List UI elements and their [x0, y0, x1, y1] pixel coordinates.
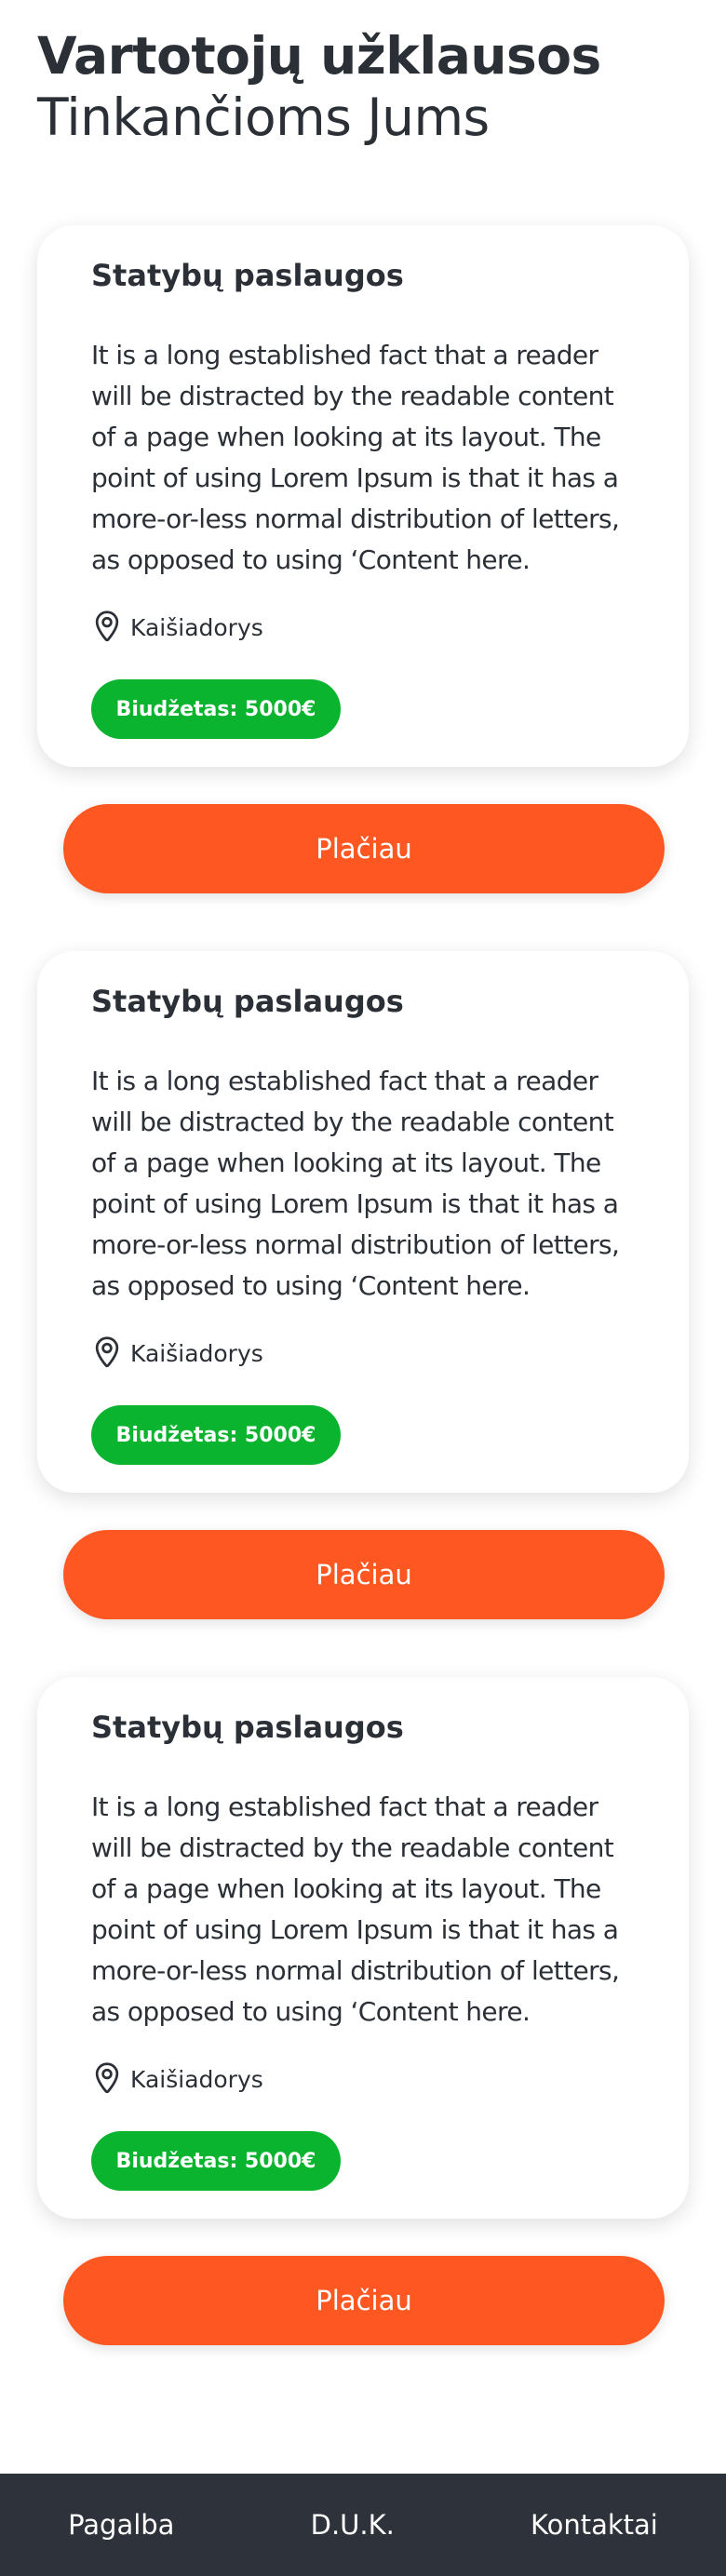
- request-description: It is a long established fact that a rea…: [91, 335, 650, 581]
- page-header: Vartotojų užklausos Tinkančioms Jums: [37, 26, 601, 149]
- more-button[interactable]: Plačiau: [63, 2256, 665, 2345]
- map-pin-icon: [95, 1336, 119, 1368]
- request-description: It is a long established fact that a rea…: [91, 1787, 650, 2033]
- location-label: Kaišiadorys: [130, 2065, 263, 2093]
- description-line: It is a long established fact that a rea…: [91, 340, 598, 370]
- request-item: Statybų paslaugos It is a long establish…: [0, 1677, 726, 2347]
- request-card: Statybų paslaugos It is a long establish…: [37, 1677, 689, 2219]
- description-line: will be distracted by the readable conte…: [91, 1832, 614, 1863]
- description-line: more-or-less normal distribution of lett…: [91, 503, 620, 534]
- request-location: Kaišiadorys: [91, 609, 263, 646]
- description-line: point of using Lorem Ipsum is that it ha…: [91, 1188, 619, 1219]
- page-subtitle: Tinkančioms Jums: [37, 87, 490, 147]
- description-line: more-or-less normal distribution of lett…: [91, 1229, 620, 1260]
- more-button[interactable]: Plačiau: [63, 1530, 665, 1619]
- location-label: Kaišiadorys: [130, 1339, 263, 1367]
- description-line: as opposed to using ‘Content here.: [91, 1270, 531, 1301]
- request-location: Kaišiadorys: [91, 1335, 263, 1372]
- request-title: Statybų paslaugos: [91, 1710, 404, 1745]
- request-card: Statybų paslaugos It is a long establish…: [37, 951, 689, 1493]
- footer-link-kontaktai[interactable]: Kontaktai: [531, 2509, 658, 2541]
- budget-badge: Biudžetas: 5000€: [91, 2131, 341, 2191]
- request-location: Kaišiadorys: [91, 2060, 263, 2098]
- description-line: will be distracted by the readable conte…: [91, 1107, 614, 1137]
- more-button[interactable]: Plačiau: [63, 804, 665, 893]
- description-line: will be distracted by the readable conte…: [91, 381, 614, 411]
- location-label: Kaišiadorys: [130, 613, 263, 641]
- description-line: point of using Lorem Ipsum is that it ha…: [91, 463, 619, 493]
- budget-badge: Biudžetas: 5000€: [91, 1405, 341, 1465]
- description-line: more-or-less normal distribution of lett…: [91, 1955, 620, 1986]
- request-title: Statybų paslaugos: [91, 984, 404, 1019]
- request-description: It is a long established fact that a rea…: [91, 1061, 650, 1307]
- description-line: of a page when looking at its layout. Th…: [91, 1873, 601, 1904]
- description-line: of a page when looking at its layout. Th…: [91, 422, 601, 452]
- map-pin-icon: [95, 610, 119, 642]
- footer-nav: Pagalba D.U.K. Kontaktai: [0, 2474, 726, 2576]
- description-line: of a page when looking at its layout. Th…: [91, 1147, 601, 1178]
- map-pin-icon: [95, 2062, 119, 2094]
- request-item: Statybų paslaugos It is a long establish…: [0, 951, 726, 1621]
- description-line: point of using Lorem Ipsum is that it ha…: [91, 1914, 619, 1945]
- request-item: Statybų paslaugos It is a long establish…: [0, 225, 726, 895]
- description-line: as opposed to using ‘Content here.: [91, 1996, 531, 2027]
- budget-badge: Biudžetas: 5000€: [91, 679, 341, 739]
- description-line: as opposed to using ‘Content here.: [91, 544, 531, 575]
- page-title: Vartotojų užklausos: [37, 26, 601, 86]
- footer-link-duk[interactable]: D.U.K.: [311, 2509, 395, 2541]
- description-line: It is a long established fact that a rea…: [91, 1066, 598, 1096]
- request-title: Statybų paslaugos: [91, 258, 404, 293]
- description-line: It is a long established fact that a rea…: [91, 1791, 598, 1822]
- request-card: Statybų paslaugos It is a long establish…: [37, 225, 689, 767]
- footer-link-pagalba[interactable]: Pagalba: [68, 2509, 174, 2541]
